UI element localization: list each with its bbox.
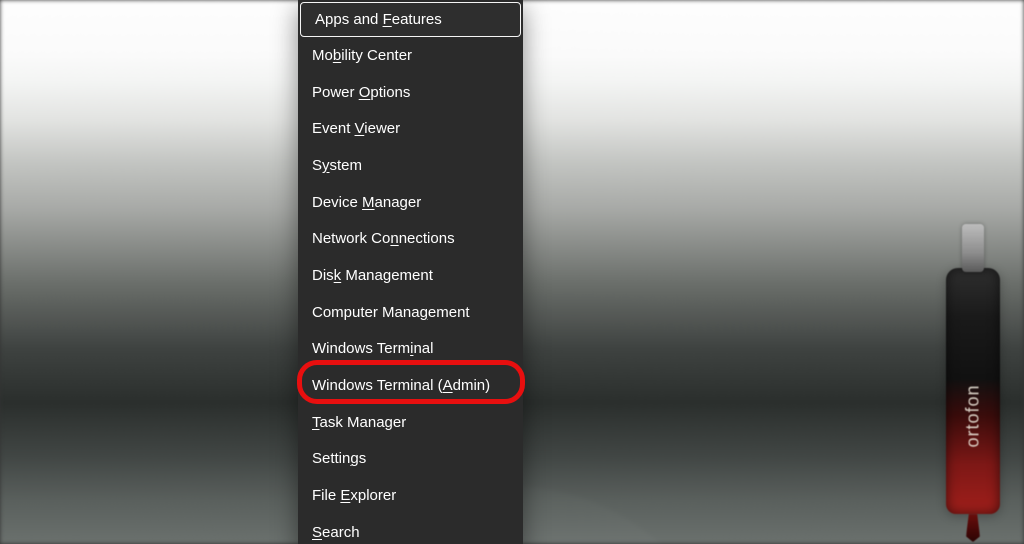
- winx-context-menu[interactable]: Apps and Features Mobility Center Power …: [298, 0, 523, 544]
- menu-item-device-manager[interactable]: Device Manager: [298, 184, 523, 221]
- menu-item-label: Computer Management: [312, 305, 470, 320]
- menu-item-label: Event Viewer: [312, 121, 400, 136]
- menu-item-label: System: [312, 158, 362, 173]
- menu-item-label: Windows Terminal (Admin): [312, 378, 490, 393]
- menu-item-label: Power Options: [312, 85, 410, 100]
- menu-item-system[interactable]: System: [298, 147, 523, 184]
- menu-item-windows-terminal[interactable]: Windows Terminal: [298, 331, 523, 368]
- cartridge-brand-label: ortofon: [963, 384, 984, 447]
- menu-item-label: Disk Management: [312, 268, 433, 283]
- menu-item-label: Settings: [312, 451, 366, 466]
- menu-item-label: Search: [312, 525, 360, 540]
- menu-item-disk-management[interactable]: Disk Management: [298, 257, 523, 294]
- menu-item-label: Task Manager: [312, 415, 406, 430]
- menu-item-event-viewer[interactable]: Event Viewer: [298, 110, 523, 147]
- menu-item-label: Network Connections: [312, 231, 455, 246]
- menu-item-task-manager[interactable]: Task Manager: [298, 404, 523, 441]
- menu-item-computer-management[interactable]: Computer Management: [298, 294, 523, 331]
- menu-item-network-connections[interactable]: Network Connections: [298, 220, 523, 257]
- turntable-cartridge: ortofon: [946, 268, 1000, 514]
- menu-item-mobility-center[interactable]: Mobility Center: [298, 37, 523, 74]
- menu-item-label: Windows Terminal: [312, 341, 433, 356]
- menu-item-label: Mobility Center: [312, 48, 412, 63]
- menu-item-search[interactable]: Search: [298, 514, 523, 544]
- menu-item-power-options[interactable]: Power Options: [298, 74, 523, 111]
- menu-item-settings[interactable]: Settings: [298, 441, 523, 478]
- desktop: ortofon Apps and Features Mobility Cente…: [0, 0, 1024, 544]
- menu-item-label: Apps and Features: [315, 12, 442, 27]
- menu-item-label: Device Manager: [312, 195, 421, 210]
- menu-item-apps-and-features[interactable]: Apps and Features: [300, 2, 521, 37]
- menu-item-label: File Explorer: [312, 488, 396, 503]
- menu-item-windows-terminal-admin[interactable]: Windows Terminal (Admin): [298, 367, 523, 404]
- menu-item-file-explorer[interactable]: File Explorer: [298, 477, 523, 514]
